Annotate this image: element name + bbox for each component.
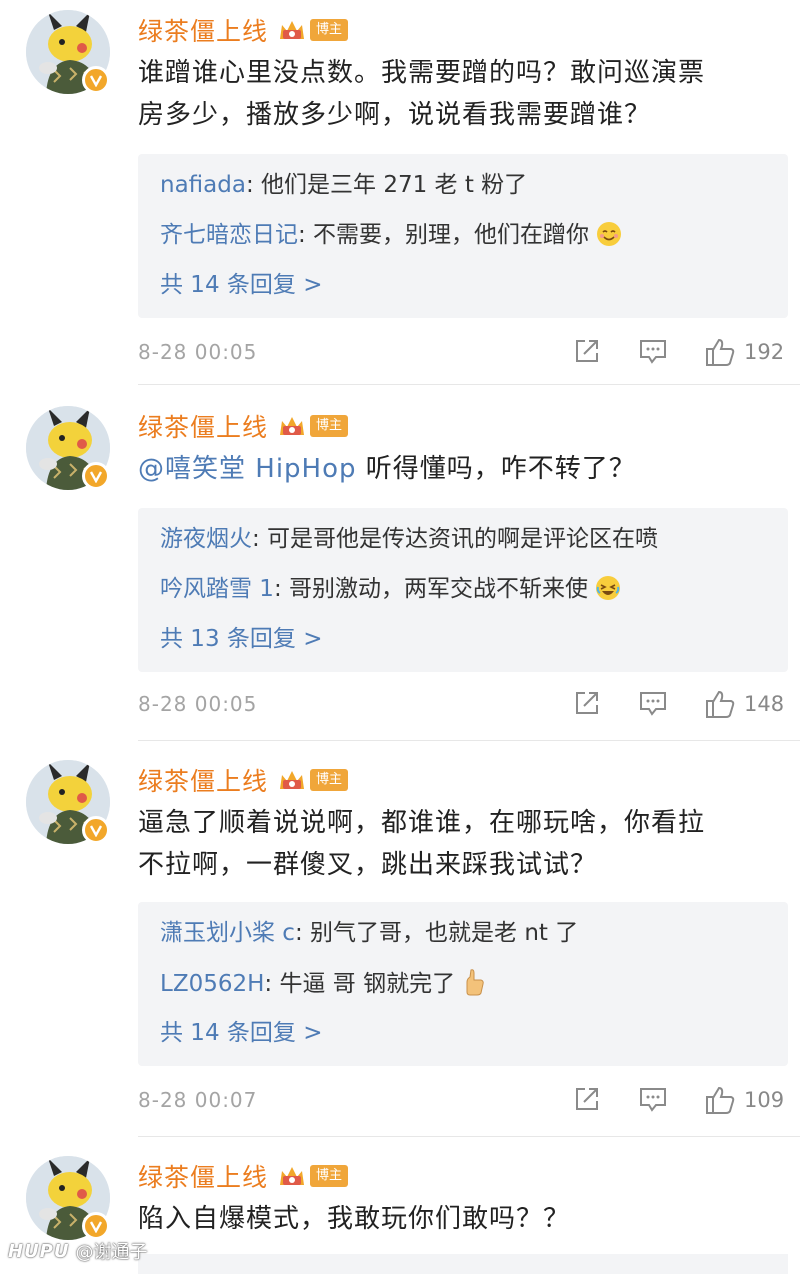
share-icon: [576, 1088, 598, 1110]
comment-line: 逼急了顺着说说啊，都谁谁，在哪玩啥，你看拉: [138, 808, 706, 838]
comment-text: 谁蹭谁心里没点数。我需要蹭的吗？敢问巡演票 房多少，播放多少啊，说说看我需要蹭谁…: [138, 52, 778, 136]
verified-icon: [82, 816, 110, 844]
reply-author[interactable]: 游夜烟火: [160, 526, 252, 552]
share-icon: [576, 340, 598, 362]
crown-icon: [280, 1167, 305, 1185]
username[interactable]: 绿茶僵上线: [138, 12, 268, 48]
comment-item: 绿茶僵上线 博主 逼急了顺着说说啊，都谁谁，在哪玩啥，你看拉 不拉啊，一群傻叉，…: [0, 750, 800, 1137]
reply-item: LZ0562H: 牛逼 哥 钢就完了: [160, 968, 486, 999]
share-button[interactable]: [572, 336, 602, 366]
share-icon: [576, 692, 598, 714]
share-button[interactable]: [572, 1084, 602, 1114]
comment-item: 绿茶僵上线 博主 谁蹭谁心里没点数。我需要蹭的吗？敢问巡演票 房多少，播放多少啊…: [0, 0, 800, 385]
mention-link[interactable]: @嘻笑堂 HipHop: [138, 454, 357, 484]
host-badge: 博主: [310, 19, 349, 41]
smile-emoji-icon: [597, 222, 622, 246]
crown-icon: [280, 417, 305, 435]
divider: [138, 384, 800, 385]
like-button[interactable]: 192: [704, 336, 784, 368]
watermark-brand: HUPU: [8, 1240, 70, 1262]
comment-icon: [640, 1088, 666, 1112]
meta-row: 8-28 00:05 192: [138, 336, 788, 372]
divider: [138, 740, 800, 741]
timestamp: 8-28 00:05: [138, 692, 258, 716]
reply-text: : 牛逼 哥 钢就完了: [264, 971, 463, 997]
reply-author[interactable]: LZ0562H: [160, 971, 264, 997]
comment-button[interactable]: [638, 1084, 668, 1114]
more-replies-link[interactable]: 共 14 条回复 >: [160, 1018, 322, 1048]
reply-text: : 可是哥他是传达资讯的啊是评论区在喷: [252, 526, 659, 552]
reply-item: nafiada: 他们是三年 271 老 t 粉了: [160, 170, 527, 200]
name-row: 绿茶僵上线 博主: [138, 10, 349, 50]
laugh-emoji-icon: [596, 576, 621, 600]
reply-text: : 别气了哥，也就是老 nt 了: [294, 920, 579, 946]
reply-item: 吟风踏雪 1: 哥别激动，两军交战不斩来使: [160, 574, 621, 604]
username[interactable]: 绿茶僵上线: [138, 408, 268, 444]
name-row: 绿茶僵上线 博主: [138, 760, 349, 800]
comment-icon: [640, 692, 666, 716]
reply-box[interactable]: nafiada: 他们是三年 271 老 t 粉了 齐七暗恋日记: 不需要，别理…: [138, 154, 788, 318]
thumbs-up-emoji-icon: [466, 969, 485, 996]
reply-item: 游夜烟火: 可是哥他是传达资讯的啊是评论区在喷: [160, 524, 658, 554]
share-button[interactable]: [572, 688, 602, 718]
verified-icon: [82, 66, 110, 94]
reply-item: 潇玉划小桨 c: 别气了哥，也就是老 nt 了: [160, 918, 578, 948]
like-icon: [706, 1086, 735, 1114]
comment-item: 绿茶僵上线 博主 @嘻笑堂 HipHop 听得懂吗，咋不转了？ 游夜烟火: 可是…: [0, 396, 800, 749]
more-replies-link[interactable]: 共 14 条回复 >: [160, 270, 322, 300]
like-icon: [706, 690, 735, 718]
like-count: 148: [744, 692, 785, 716]
verified-icon: [82, 1212, 110, 1240]
reply-author[interactable]: 齐七暗恋日记: [160, 222, 298, 248]
username[interactable]: 绿茶僵上线: [138, 762, 268, 798]
comment-icon: [640, 340, 666, 364]
crown-icon: [280, 771, 305, 789]
reply-text: : 不需要，别理，他们在蹭你: [298, 222, 597, 248]
host-badge: 博主: [310, 1165, 349, 1187]
name-row: 绿茶僵上线 博主: [138, 1156, 349, 1196]
comment-button[interactable]: [638, 688, 668, 718]
name-row: 绿茶僵上线 博主: [138, 406, 349, 446]
reply-author[interactable]: nafiada: [160, 172, 246, 198]
comment-body: 听得懂吗，咋不转了？: [356, 454, 636, 484]
username[interactable]: 绿茶僵上线: [138, 1158, 268, 1194]
like-icon: [706, 338, 735, 366]
reply-author[interactable]: 吟风踏雪 1: [160, 576, 274, 602]
crown-icon: [280, 21, 305, 39]
meta-row: 8-28 00:05 148: [138, 688, 788, 724]
comment-line: 不拉啊，一群傻叉，跳出来踩我试试？: [138, 850, 598, 880]
watermark: HUPU @谢通子: [8, 1238, 148, 1264]
divider: [138, 1136, 800, 1137]
comment-line: 房多少，播放多少啊，说说看我需要蹭谁？: [138, 100, 652, 130]
like-count: 109: [744, 1088, 785, 1112]
meta-row: 8-28 00:07 109: [138, 1084, 788, 1120]
watermark-author: @谢通子: [75, 1242, 148, 1263]
verified-icon: [82, 462, 110, 490]
comment-text: @嘻笑堂 HipHop 听得懂吗，咋不转了？: [138, 448, 778, 490]
like-button[interactable]: 109: [704, 1084, 784, 1116]
reply-text: : 哥别激动，两军交战不斩来使: [273, 576, 596, 602]
timestamp: 8-28 00:07: [138, 1088, 258, 1112]
host-badge: 博主: [310, 415, 349, 437]
comment-text: 陷入自爆模式，我敢玩你们敢吗？？: [138, 1198, 778, 1240]
comment-line: @嘻笑堂 HipHop 听得懂吗，咋不转了？: [138, 448, 778, 490]
timestamp: 8-28 00:05: [138, 340, 258, 364]
reply-box[interactable]: 潇玉划小桨 c: 别气了哥，也就是老 nt 了 LZ0562H: 牛逼 哥 钢就…: [138, 902, 788, 1066]
like-count: 192: [744, 340, 785, 364]
like-button[interactable]: 148: [704, 688, 784, 720]
reply-text: : 他们是三年 271 老 t 粉了: [245, 172, 528, 198]
comment-line: 谁蹭谁心里没点数。我需要蹭的吗？敢问巡演票: [138, 58, 706, 88]
reply-item: 齐七暗恋日记: 不需要，别理，他们在蹭你: [160, 220, 622, 250]
comment-button[interactable]: [638, 336, 668, 366]
more-replies-link[interactable]: 共 13 条回复 >: [160, 624, 322, 654]
comment-line: 陷入自爆模式，我敢玩你们敢吗？？: [138, 1204, 571, 1234]
comment-text: 逼急了顺着说说啊，都谁谁，在哪玩啥，你看拉 不拉啊，一群傻叉，跳出来踩我试试？: [138, 802, 778, 886]
reply-box[interactable]: [138, 1254, 788, 1274]
host-badge: 博主: [310, 769, 349, 791]
reply-author[interactable]: 潇玉划小桨 c: [160, 920, 295, 946]
reply-box[interactable]: 游夜烟火: 可是哥他是传达资讯的啊是评论区在喷 吟风踏雪 1: 哥别激动，两军交…: [138, 508, 788, 672]
